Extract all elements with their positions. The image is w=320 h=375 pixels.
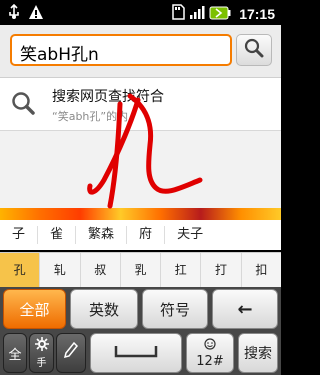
- symbol-mode-key[interactable]: 符号: [142, 289, 208, 329]
- candidate-item[interactable]: 叔: [81, 253, 121, 287]
- candidate-item[interactable]: 夫子: [165, 226, 215, 244]
- gear-icon: [34, 337, 49, 354]
- candidate-item-selected[interactable]: 孔: [0, 253, 41, 287]
- number-mode-key[interactable]: 12#: [186, 333, 234, 373]
- candidate-item[interactable]: 子: [0, 226, 39, 244]
- backspace-key[interactable]: ←: [212, 289, 278, 329]
- number-mode-label: 12#: [196, 353, 224, 369]
- clock: 17:15: [239, 6, 275, 22]
- space-bar-icon: [114, 344, 158, 362]
- candidate-item[interactable]: 轧: [40, 253, 81, 287]
- candidate-item[interactable]: 繁森: [76, 226, 128, 244]
- search-bar: 笑abH孔n: [0, 25, 281, 78]
- search-icon: [244, 38, 264, 62]
- background-image-strip: [0, 208, 281, 220]
- candidate-item[interactable]: 扛: [161, 253, 202, 287]
- full-width-key[interactable]: 全: [3, 333, 27, 373]
- candidate-item[interactable]: 乳: [121, 253, 162, 287]
- settings-key[interactable]: 手: [29, 333, 54, 373]
- all-mode-key[interactable]: 全部: [3, 289, 66, 329]
- search-suggestion[interactable]: 搜索网页查找符合 “笑abh孔”的内: [0, 78, 281, 131]
- pen-icon: [63, 341, 79, 364]
- candidate-item[interactable]: 打: [201, 253, 242, 287]
- handwriting-key[interactable]: [56, 333, 86, 373]
- settings-key-label: 手: [36, 358, 47, 369]
- signal-icon: [189, 4, 205, 24]
- search-button[interactable]: [236, 34, 272, 66]
- smiley-icon: [204, 337, 216, 354]
- search-input[interactable]: 笑abH孔n: [10, 34, 232, 66]
- candidate-item[interactable]: 府: [127, 226, 166, 244]
- keyboard: 全部 英数 符号 ← 全 手 12# 搜索: [0, 287, 281, 375]
- search-icon: [10, 90, 36, 120]
- search-query-text: 笑abH孔n: [20, 45, 99, 65]
- candidate-item[interactable]: 扣: [242, 253, 281, 287]
- battery-icon: [209, 5, 231, 24]
- candidate-row-2: 孔 轧 叔 乳 扛 打 扣: [0, 252, 281, 287]
- space-key[interactable]: [90, 333, 182, 373]
- status-bar: 17:15: [0, 0, 281, 25]
- search-enter-key[interactable]: 搜索: [238, 333, 278, 373]
- candidate-item[interactable]: 雀: [38, 226, 77, 244]
- suggestion-subtitle: “笑abh孔”的内: [52, 110, 129, 123]
- suggestion-title: 搜索网页查找符合: [52, 89, 164, 105]
- english-mode-key[interactable]: 英数: [70, 289, 138, 329]
- warning-icon: [28, 4, 44, 24]
- usb-icon: [6, 3, 22, 24]
- sd-card-icon: [171, 4, 185, 24]
- candidate-row-1: 子 雀 繁森 府 夫子: [0, 220, 281, 250]
